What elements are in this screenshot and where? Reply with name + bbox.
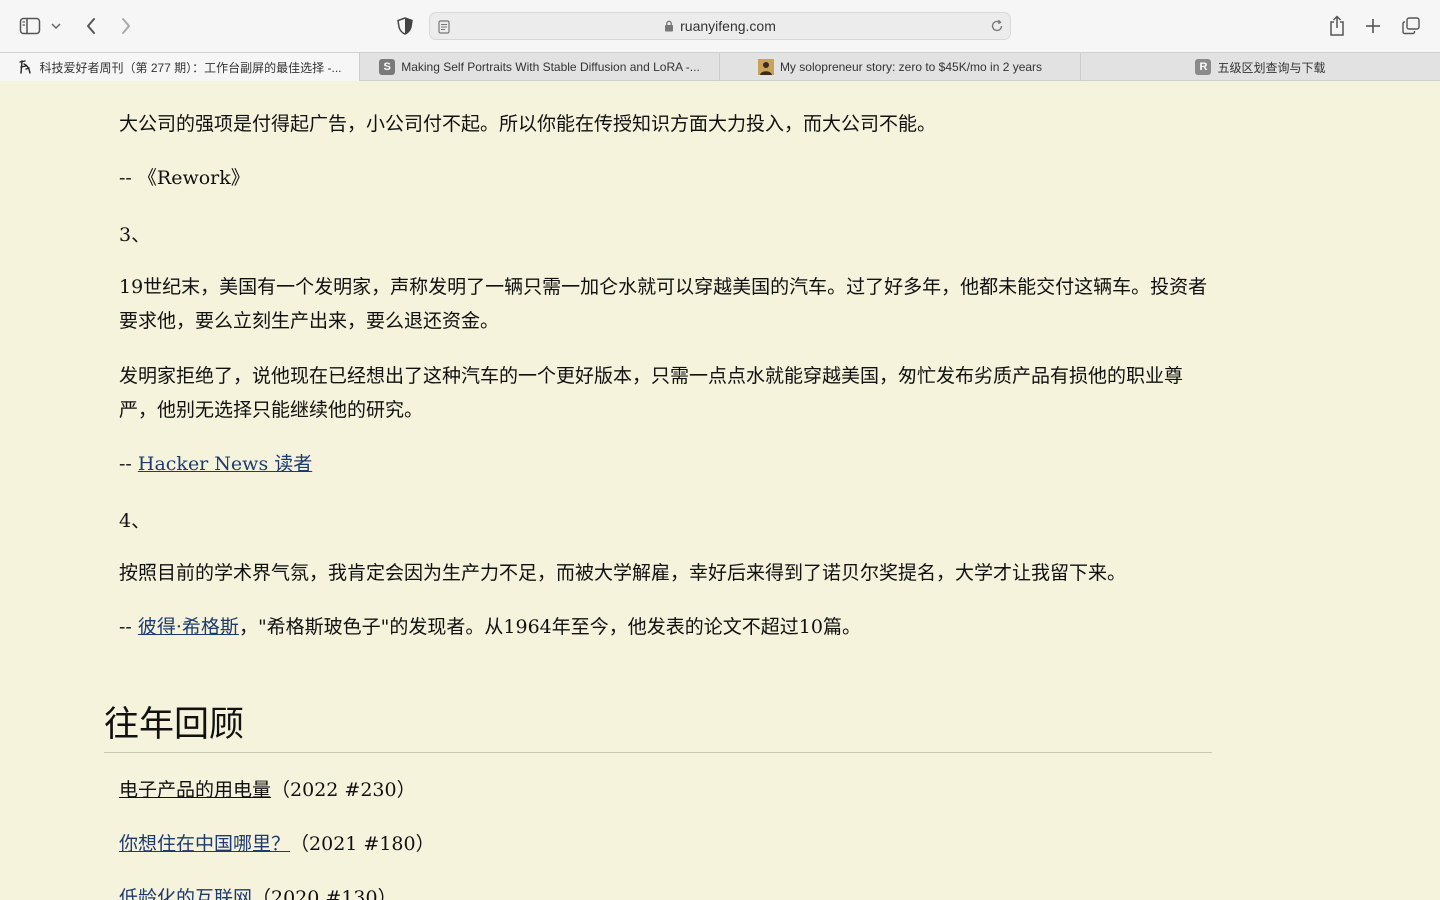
tab-admin-division[interactable]: R 五级区划查询与下载 xyxy=(1081,53,1440,81)
new-tab-icon[interactable] xyxy=(1361,14,1385,38)
review-note: （2021 #180） xyxy=(290,833,435,855)
review-item: 你想住在中国哪里？（2021 #180） xyxy=(119,827,1209,861)
section-number: 4、 xyxy=(119,510,151,532)
ruanyifeng-favicon-icon xyxy=(17,59,33,75)
paragraph: 大公司的强项是付得起广告，小公司付不起。所以你能在传授知识方面大力投入，而大公司… xyxy=(119,113,937,135)
r-favicon-icon: R xyxy=(1195,59,1212,75)
forward-icon[interactable] xyxy=(114,14,138,38)
tab-title: Making Self Portraits With Stable Diffus… xyxy=(401,60,700,74)
quote-source: -- 《Rework》 xyxy=(119,161,1209,195)
chevron-down-icon[interactable] xyxy=(46,14,66,38)
quote-prefix: -- xyxy=(119,167,138,189)
tab-stable-diffusion[interactable]: S Making Self Portraits With Stable Diff… xyxy=(360,53,720,81)
back-icon[interactable] xyxy=(79,14,103,38)
address-bar[interactable]: ruanyifeng.com xyxy=(429,12,1011,40)
article-content: 大公司的强项是付得起广告，小公司付不起。所以你能在传授知识方面大力投入，而大公司… xyxy=(0,81,1440,900)
s-favicon-icon: S xyxy=(379,59,396,75)
url-text: ruanyifeng.com xyxy=(680,18,776,34)
peter-higgs-link[interactable]: 彼得·希格斯 xyxy=(138,616,239,638)
tab-ruanyifeng-weekly[interactable]: 科技爱好者周刊（第 277 期）：工作台副屏的最佳选择 -... xyxy=(0,53,360,81)
share-icon[interactable] xyxy=(1325,14,1349,38)
review-item: 低龄化的互联网（2020 #130） xyxy=(119,881,1209,900)
paragraph: 发明家拒绝了，说他现在已经想出了这种汽车的一个更好版本，只需一点点水就能穿越美国… xyxy=(119,365,1184,421)
browser-toolbar: ruanyifeng.com xyxy=(0,0,1440,52)
tab-overview-icon[interactable] xyxy=(1399,14,1423,38)
quote-note: ，"希格斯玻色子"的发现者。从1964年至今，他发表的论文不超过10篇。 xyxy=(238,616,861,638)
section-number: 3、 xyxy=(119,224,151,246)
tab-title: My solopreneur story: zero to $45K/mo in… xyxy=(779,60,1043,74)
quote-source-text: 《Rework》 xyxy=(137,167,250,189)
lock-icon xyxy=(664,19,674,35)
tab-title: 科技爱好者周刊（第 277 期）：工作台副屏的最佳选择 -... xyxy=(39,60,342,75)
avatar-favicon-icon xyxy=(757,59,774,75)
quote-prefix: -- xyxy=(119,453,138,475)
tab-bar: 科技爱好者周刊（第 277 期）：工作台副屏的最佳选择 -... S Makin… xyxy=(0,52,1440,81)
review-note: （2022 #230） xyxy=(271,779,416,801)
review-link[interactable]: 低龄化的互联网 xyxy=(119,887,252,900)
reload-icon[interactable] xyxy=(990,18,1004,37)
quote-source: -- Hacker News 读者 xyxy=(119,447,1209,481)
tab-solopreneur-story[interactable]: My solopreneur story: zero to $45K/mo in… xyxy=(720,53,1081,81)
tab-title: 五级区划查询与下载 xyxy=(1217,60,1326,75)
paragraph: 19世纪末，美国有一个发明家，声称发明了一辆只需一加仑水就可以穿越美国的汽车。过… xyxy=(119,276,1208,332)
review-item: 电子产品的用电量（2022 #230） xyxy=(119,773,1209,807)
review-link[interactable]: 电子产品的用电量 xyxy=(119,779,271,801)
sidebar-toggle-icon[interactable] xyxy=(18,14,42,38)
review-heading: 往年回顾 xyxy=(104,697,1212,753)
paragraph: 按照目前的学术界气氛，我肯定会因为生产力不足，而被大学解雇，幸好后来得到了诺贝尔… xyxy=(119,562,1127,584)
review-link[interactable]: 你想住在中国哪里？ xyxy=(119,833,290,855)
review-note: （2020 #130） xyxy=(252,887,397,900)
quote-prefix: -- xyxy=(119,616,138,638)
hacker-news-link[interactable]: Hacker News 读者 xyxy=(138,453,312,475)
privacy-shield-icon[interactable] xyxy=(393,14,417,38)
quote-source: -- 彼得·希格斯，"希格斯玻色子"的发现者。从1964年至今，他发表的论文不超… xyxy=(119,610,1209,644)
